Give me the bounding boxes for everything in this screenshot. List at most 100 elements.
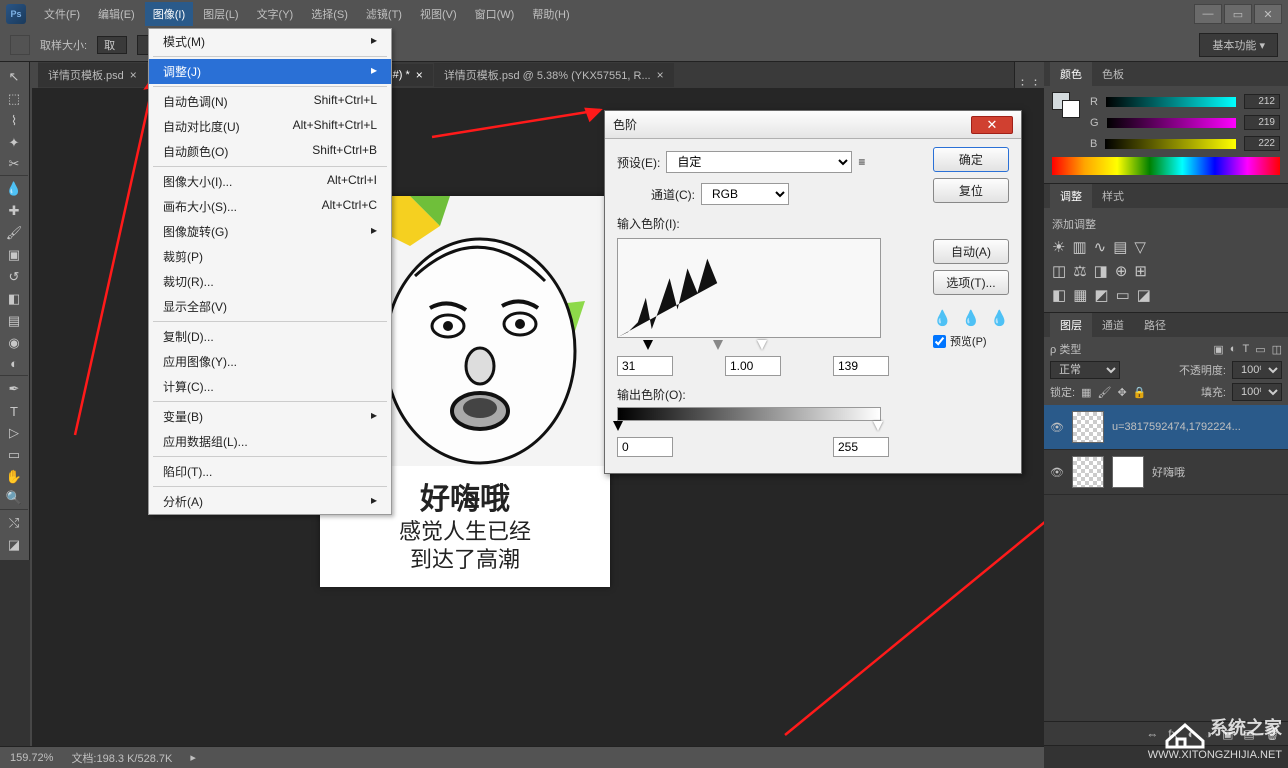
output-sliders[interactable] xyxy=(617,421,881,435)
filter-pixel-icon[interactable]: ▣ xyxy=(1213,343,1223,356)
menu-item[interactable]: 裁切(R)... xyxy=(149,269,391,294)
tab-styles[interactable]: 样式 xyxy=(1092,184,1134,208)
reset-button[interactable]: 复位 xyxy=(933,178,1009,203)
out-white-slider[interactable] xyxy=(873,421,883,431)
curves-icon[interactable]: ∿ xyxy=(1094,238,1107,256)
sample-size-input[interactable] xyxy=(97,36,127,54)
wand-tool[interactable]: ✦ xyxy=(0,132,28,154)
mask-thumbnail[interactable] xyxy=(1112,456,1144,488)
eyedropper-tool[interactable]: 💧 xyxy=(0,178,28,200)
channel-select[interactable]: RGB xyxy=(701,183,789,205)
menu-item[interactable]: 画布大小(S)...Alt+Ctrl+C xyxy=(149,194,391,219)
blur-tool[interactable]: ◉ xyxy=(0,332,28,354)
menu-item[interactable]: 图像大小(I)...Alt+Ctrl+I xyxy=(149,169,391,194)
hsl-icon[interactable]: ◫ xyxy=(1052,262,1066,280)
lock-move-icon[interactable]: ✥ xyxy=(1117,386,1126,399)
menu-图像(I)[interactable]: 图像(I) xyxy=(145,2,193,26)
layer-thumbnail[interactable] xyxy=(1072,456,1104,488)
hand-tool[interactable]: ✋ xyxy=(0,466,28,488)
photo-filter-icon[interactable]: ⊕ xyxy=(1115,262,1128,280)
exposure-icon[interactable]: ▤ xyxy=(1113,238,1127,256)
stamp-tool[interactable]: ▣ xyxy=(0,244,28,266)
bw-icon[interactable]: ◨ xyxy=(1094,262,1108,280)
lock-trans-icon[interactable]: ▦ xyxy=(1081,386,1091,399)
posterize-icon[interactable]: ▦ xyxy=(1073,286,1087,304)
background-swatch[interactable] xyxy=(1062,100,1080,118)
output-black-field[interactable] xyxy=(617,437,673,457)
white-point-slider[interactable] xyxy=(757,340,767,350)
filter-type-icon[interactable]: T xyxy=(1242,343,1249,355)
tab-close-icon[interactable]: × xyxy=(416,68,423,82)
menu-item[interactable]: 模式(M) xyxy=(149,29,391,54)
filter-adjust-icon[interactable]: ◐ xyxy=(1230,343,1237,355)
tab-channels[interactable]: 通道 xyxy=(1092,313,1134,337)
menu-帮助(H)[interactable]: 帮助(H) xyxy=(524,2,577,26)
levels-icon[interactable]: ▥ xyxy=(1072,238,1086,256)
close-window-button[interactable]: ✕ xyxy=(1254,4,1282,24)
dodge-tool[interactable]: ◐ xyxy=(0,354,28,376)
options-button[interactable]: 选项(T)... xyxy=(933,270,1009,295)
visibility-icon[interactable]: 👁 xyxy=(1050,421,1064,434)
gamma-slider[interactable] xyxy=(713,340,723,350)
selective-icon[interactable]: ◪ xyxy=(1137,286,1151,304)
gradient-tool[interactable]: ▤ xyxy=(0,310,28,332)
maximize-button[interactable]: ▭ xyxy=(1224,4,1252,24)
r-value[interactable] xyxy=(1244,94,1280,109)
menu-item[interactable]: 图像旋转(G) xyxy=(149,219,391,244)
minimize-button[interactable]: — xyxy=(1194,4,1222,24)
menu-item[interactable]: 自动颜色(O)Shift+Ctrl+B xyxy=(149,139,391,164)
menu-图层(L)[interactable]: 图层(L) xyxy=(195,2,246,26)
menu-滤镜(T)[interactable]: 滤镜(T) xyxy=(358,2,410,26)
tab-layers[interactable]: 图层 xyxy=(1050,313,1092,337)
pen-tool[interactable]: ✒ xyxy=(0,378,28,400)
output-white-field[interactable] xyxy=(833,437,889,457)
white-eyedropper-icon[interactable]: 💧 xyxy=(990,309,1009,327)
fill-input[interactable]: 100% xyxy=(1232,383,1282,401)
g-slider[interactable] xyxy=(1107,118,1236,128)
crop-tool[interactable]: ✂ xyxy=(0,154,28,176)
tab-paths[interactable]: 路径 xyxy=(1134,313,1176,337)
brush-tool[interactable]: 🖌 xyxy=(0,222,28,244)
preset-select[interactable]: 自定 xyxy=(666,151,852,173)
tab-swatches[interactable]: 色板 xyxy=(1092,62,1134,86)
out-black-slider[interactable] xyxy=(613,421,623,431)
layer-name[interactable]: u=3817592474,1792224... xyxy=(1112,421,1282,433)
menu-item[interactable]: 自动色调(N)Shift+Ctrl+L xyxy=(149,89,391,114)
filter-shape-icon[interactable]: ▭ xyxy=(1255,343,1265,356)
layer-row[interactable]: 👁好嗨哦 xyxy=(1044,450,1288,495)
tab-adjustments[interactable]: 调整 xyxy=(1050,184,1092,208)
auto-button[interactable]: 自动(A) xyxy=(933,239,1009,264)
menu-item[interactable]: 分析(A) xyxy=(149,489,391,514)
menu-item[interactable]: 显示全部(V) xyxy=(149,294,391,319)
status-arrow-icon[interactable]: ▸ xyxy=(190,751,196,764)
lock-paint-icon[interactable]: 🖌 xyxy=(1097,386,1111,399)
menu-视图(V)[interactable]: 视图(V) xyxy=(412,2,465,26)
eraser-tool[interactable]: ◧ xyxy=(0,288,28,310)
preview-check-input[interactable] xyxy=(933,335,946,348)
path-select-tool[interactable]: ▷ xyxy=(0,422,28,444)
active-tool-icon[interactable] xyxy=(10,35,30,55)
input-gamma-field[interactable] xyxy=(725,356,781,376)
input-black-field[interactable] xyxy=(617,356,673,376)
swap-colors-icon[interactable]: ⤭ xyxy=(0,512,28,534)
tab-color[interactable]: 颜色 xyxy=(1050,62,1092,86)
doc-info[interactable]: 文档:198.3 K/528.7K xyxy=(71,750,172,766)
input-white-field[interactable] xyxy=(833,356,889,376)
menu-文字(Y)[interactable]: 文字(Y) xyxy=(249,2,302,26)
layer-row[interactable]: 👁 u=3817592474,1792224... xyxy=(1044,405,1288,450)
lock-all-icon[interactable]: 🔒 xyxy=(1133,386,1147,399)
black-eyedropper-icon[interactable]: 💧 xyxy=(933,309,952,327)
menu-item[interactable]: 变量(B) xyxy=(149,404,391,429)
color-spectrum[interactable] xyxy=(1052,157,1280,175)
threshold-icon[interactable]: ◩ xyxy=(1094,286,1108,304)
r-slider[interactable] xyxy=(1106,97,1236,107)
workspace-switcher[interactable]: 基本功能 ▾ xyxy=(1199,33,1278,57)
type-tool[interactable]: T xyxy=(0,400,28,422)
menu-item[interactable]: 应用图像(Y)... xyxy=(149,349,391,374)
balance-icon[interactable]: ⚖ xyxy=(1073,262,1086,280)
layer-thumbnail[interactable] xyxy=(1072,411,1104,443)
menu-编辑(E)[interactable]: 编辑(E) xyxy=(90,2,143,26)
document-tab[interactable]: 详情页模板.psd @ 5.38% (YKX57551, R...× xyxy=(434,63,674,87)
menu-item[interactable]: 自动对比度(U)Alt+Shift+Ctrl+L xyxy=(149,114,391,139)
black-point-slider[interactable] xyxy=(643,340,653,350)
